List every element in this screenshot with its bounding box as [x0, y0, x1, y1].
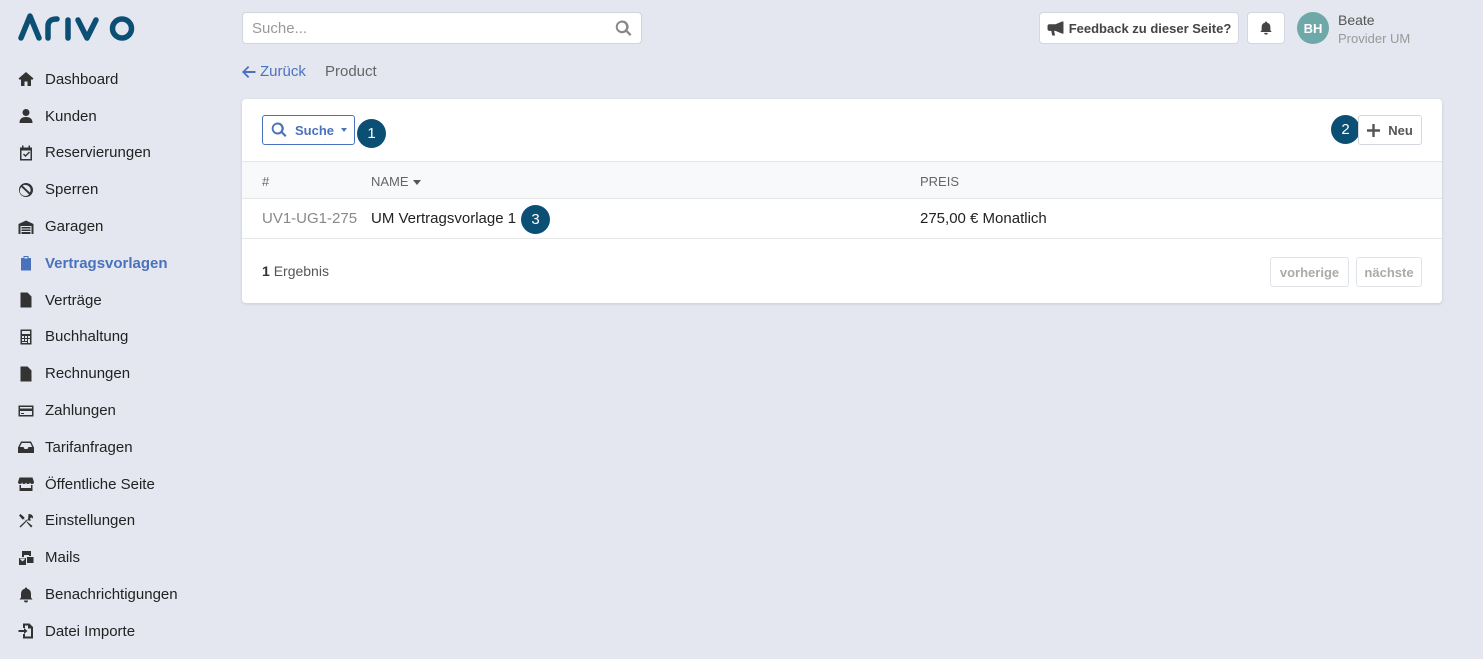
global-search[interactable]: [242, 12, 642, 44]
sidebar-item-buchhaltung[interactable]: Buchhaltung: [0, 319, 230, 356]
table-row[interactable]: UV1-UG1-275 UM Vertragsvorlage 1 275,00 …: [242, 199, 1442, 239]
sidebar-nav: Dashboard Kunden Reservierungen Sperren …: [0, 61, 230, 650]
sidebar-item-label: Reservierungen: [45, 144, 151, 162]
search-icon[interactable]: [615, 20, 632, 37]
sidebar-item-oeffentliche-seite[interactable]: Öffentliche Seite: [0, 466, 230, 503]
sidebar-item-label: Öffentliche Seite: [45, 475, 155, 493]
home-icon: [18, 71, 34, 87]
sidebar-item-reservierungen[interactable]: Reservierungen: [0, 135, 230, 172]
sidebar-item-label: Tarifanfragen: [45, 438, 133, 456]
result-count: 1 Ergebnis: [262, 263, 329, 279]
step-badge-1: 1: [357, 119, 386, 148]
back-label: Zurück: [260, 63, 306, 80]
result-count-label: Ergebnis: [273, 263, 329, 279]
tools-icon: [18, 513, 34, 529]
warehouse-icon: [18, 219, 34, 235]
sidebar-item-label: Datei Importe: [45, 622, 136, 640]
sidebar-item-mails[interactable]: Mails: [0, 539, 230, 576]
sidebar-item-datei-importe[interactable]: Datei Importe: [0, 613, 230, 650]
caret-down-icon: [341, 128, 348, 132]
file-import-icon: [18, 623, 34, 639]
sidebar-item-label: Vertragsvorlagen: [45, 254, 168, 272]
sidebar-item-vertragsvorlagen[interactable]: Vertragsvorlagen: [0, 245, 230, 282]
sidebar-item-rechnungen[interactable]: Rechnungen: [0, 355, 230, 392]
sidebar-item-label: Kunden: [45, 107, 97, 125]
row-price: 275,00 € Monatlich: [920, 210, 1047, 227]
result-count-number: 1: [262, 263, 270, 279]
next-page-button[interactable]: nächste: [1356, 257, 1422, 287]
megaphone-icon: [1047, 20, 1064, 36]
column-header-id[interactable]: #: [262, 174, 269, 189]
sidebar-item-label: Dashboard: [45, 70, 119, 88]
mail-bulk-icon: [18, 550, 34, 566]
bell-icon: [18, 587, 34, 603]
calendar-check-icon: [18, 145, 34, 161]
calculator-icon: [18, 329, 34, 345]
breadcrumb-current: Product: [325, 63, 377, 80]
sidebar-item-label: Zahlungen: [45, 402, 116, 420]
feedback-label: Feedback zu dieser Seite?: [1068, 20, 1232, 36]
sidebar-item-kunden[interactable]: Kunden: [0, 98, 230, 135]
plus-icon: [1367, 123, 1381, 137]
row-name[interactable]: UM Vertragsvorlage 1: [371, 210, 516, 227]
sidebar-item-label: Benachrichtigungen: [45, 586, 178, 604]
step-badge-3: 3: [521, 205, 550, 234]
step-badge-2: 2: [1331, 115, 1360, 144]
feedback-button[interactable]: Feedback zu dieser Seite?: [1039, 12, 1239, 44]
table-header: # NAME PREIS: [242, 161, 1442, 199]
sidebar-item-label: Mails: [45, 549, 81, 567]
arivo-logo[interactable]: [18, 12, 138, 42]
app-root: Dashboard Kunden Reservierungen Sperren …: [0, 0, 1483, 659]
sort-desc-icon: [412, 180, 421, 185]
ban-icon: [18, 182, 34, 198]
sidebar-item-benachrichtigungen[interactable]: Benachrichtigungen: [0, 576, 230, 613]
user-name[interactable]: Beate: [1338, 12, 1375, 28]
avatar[interactable]: BH: [1297, 12, 1329, 44]
back-link[interactable]: Zurück: [242, 63, 306, 80]
sidebar-item-label: Rechnungen: [45, 365, 131, 383]
clipboard-icon: [18, 255, 34, 271]
bell-icon: [1260, 21, 1272, 35]
user-icon: [18, 108, 34, 124]
sidebar-item-tarifanfragen[interactable]: Tarifanfragen: [0, 429, 230, 466]
sidebar-item-sperren[interactable]: Sperren: [0, 171, 230, 208]
previous-page-button[interactable]: vorherige: [1270, 257, 1349, 287]
file-contract-icon: [18, 292, 34, 308]
sidebar-item-label: Sperren: [45, 181, 99, 199]
user-role: Provider UM: [1338, 31, 1411, 46]
product-list-card: Suche 1 2 Neu # NAME PREIS UV1-UG1-275 U…: [242, 99, 1442, 303]
column-header-name[interactable]: NAME: [371, 174, 421, 189]
column-header-price[interactable]: PREIS: [920, 174, 959, 189]
arrow-left-icon: [242, 65, 256, 78]
add-new-button[interactable]: Neu: [1358, 115, 1422, 145]
sidebar-item-label: Buchhaltung: [45, 328, 129, 346]
search-icon: [271, 122, 287, 137]
file-invoice-icon: [18, 366, 34, 382]
sidebar-item-label: Einstellungen: [45, 512, 136, 530]
search-filter-button[interactable]: Suche: [262, 115, 355, 145]
sidebar-item-einstellungen[interactable]: Einstellungen: [0, 503, 230, 540]
credit-card-icon: [18, 403, 34, 419]
sidebar-item-dashboard[interactable]: Dashboard: [0, 61, 230, 98]
search-input[interactable]: [252, 19, 615, 37]
row-id: UV1-UG1-275: [262, 210, 358, 227]
sidebar-item-garagen[interactable]: Garagen: [0, 208, 230, 245]
search-filter-label: Suche: [295, 122, 335, 138]
sidebar-item-label: Garagen: [45, 218, 104, 236]
sidebar: Dashboard Kunden Reservierungen Sperren …: [0, 0, 230, 659]
inbox-icon: [18, 439, 34, 455]
notifications-button[interactable]: [1247, 12, 1285, 44]
store-icon: [18, 476, 34, 492]
sidebar-item-zahlungen[interactable]: Zahlungen: [0, 392, 230, 429]
sidebar-item-label: Verträge: [45, 291, 102, 309]
add-new-label: Neu: [1388, 122, 1413, 138]
sidebar-item-vertraege[interactable]: Verträge: [0, 282, 230, 319]
